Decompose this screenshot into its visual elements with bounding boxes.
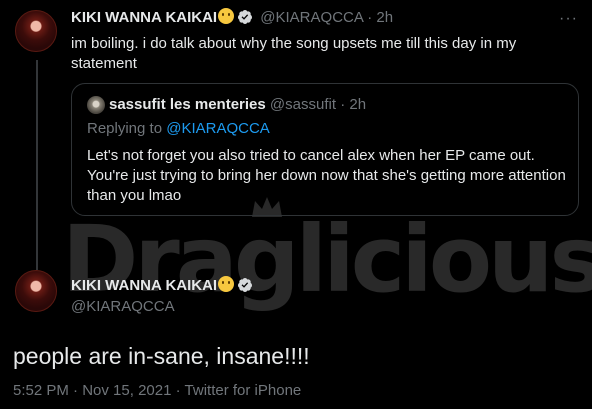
avatar (87, 96, 105, 114)
face-emoji-icon (218, 8, 235, 24)
handle: @sassufit (269, 96, 337, 113)
main-tweet: KIKI WANNA KAIKAI @KIARAQCCA (0, 265, 592, 409)
replying-to-handle[interactable]: @KIARAQCCA (166, 120, 270, 137)
verified-badge-icon (238, 278, 253, 292)
display-name: sassufit les menteries (109, 96, 266, 113)
avatar[interactable] (15, 10, 57, 52)
quoted-tweet-header: sassufit les menteries @sassufit · 2h (109, 95, 366, 115)
tweet-text: im boiling. i do talk about why the song… (71, 35, 517, 72)
display-name[interactable]: KIKI WANNA KAIKAI (71, 277, 217, 294)
replying-to-label: Replying to (87, 120, 163, 137)
handle[interactable]: @KIARAQCCA (260, 9, 363, 26)
separator: · (367, 9, 373, 26)
timestamp: 2h (349, 96, 367, 113)
handle[interactable]: @KIARAQCCA (71, 297, 175, 317)
more-options-icon[interactable]: ··· (559, 10, 578, 28)
quoted-tweet[interactable]: sassufit les menteries @sassufit · 2h Re… (71, 83, 579, 216)
verified-badge-icon (238, 10, 253, 24)
tweet-header: KIKI WANNA KAIKAI (71, 276, 253, 296)
avatar[interactable] (15, 270, 57, 312)
replying-to: Replying to @KIARAQCCA (87, 119, 270, 139)
display-name[interactable]: KIKI WANNA KAIKAI (71, 9, 217, 26)
separator: · (340, 96, 346, 113)
face-emoji-icon (218, 276, 235, 292)
quoted-tweet-text: Let's not forget you also tried to cance… (87, 147, 566, 204)
tweet-header: KIKI WANNA KAIKAI @KIARAQCCA · 2h (71, 8, 393, 28)
timestamp[interactable]: 2h (376, 9, 393, 26)
